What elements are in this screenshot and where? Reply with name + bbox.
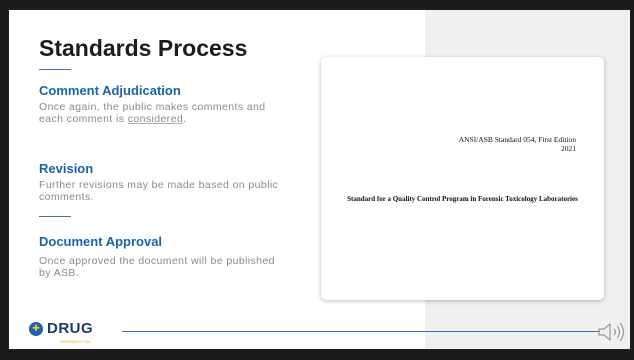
- section-text-document-approval: Once approved the document will be publi…: [39, 255, 275, 279]
- document-title: Standard for a Quality Control Program i…: [347, 195, 578, 203]
- divider: [39, 69, 71, 70]
- document-standard-label: ANSI/ASB Standard 054, First Edition 202…: [458, 135, 576, 153]
- slide: Standards Process Comment Adjudication O…: [8, 9, 631, 350]
- section-heading-revision: Revision: [39, 161, 94, 176]
- underlined-word: considered: [127, 113, 184, 125]
- pill-icon: ✚: [29, 321, 43, 336]
- drug-impairment-logo: ✚ DRUG IMPAIRMENT.COM: [29, 320, 93, 344]
- footer-line: [122, 331, 600, 332]
- document-preview: ANSI/ASB Standard 054, First Edition 202…: [321, 57, 604, 300]
- section-heading-document-approval: Document Approval: [39, 234, 163, 249]
- divider: [39, 216, 71, 217]
- section-text-revision: Further revisions may be made based on p…: [39, 179, 279, 203]
- section-heading-comment-adjudication: Comment Adjudication: [39, 83, 181, 98]
- slide-title: Standards Process: [39, 35, 248, 61]
- section-text-comment-adjudication: Once again, the public makes comments an…: [39, 101, 266, 125]
- speaker-icon[interactable]: [597, 321, 627, 343]
